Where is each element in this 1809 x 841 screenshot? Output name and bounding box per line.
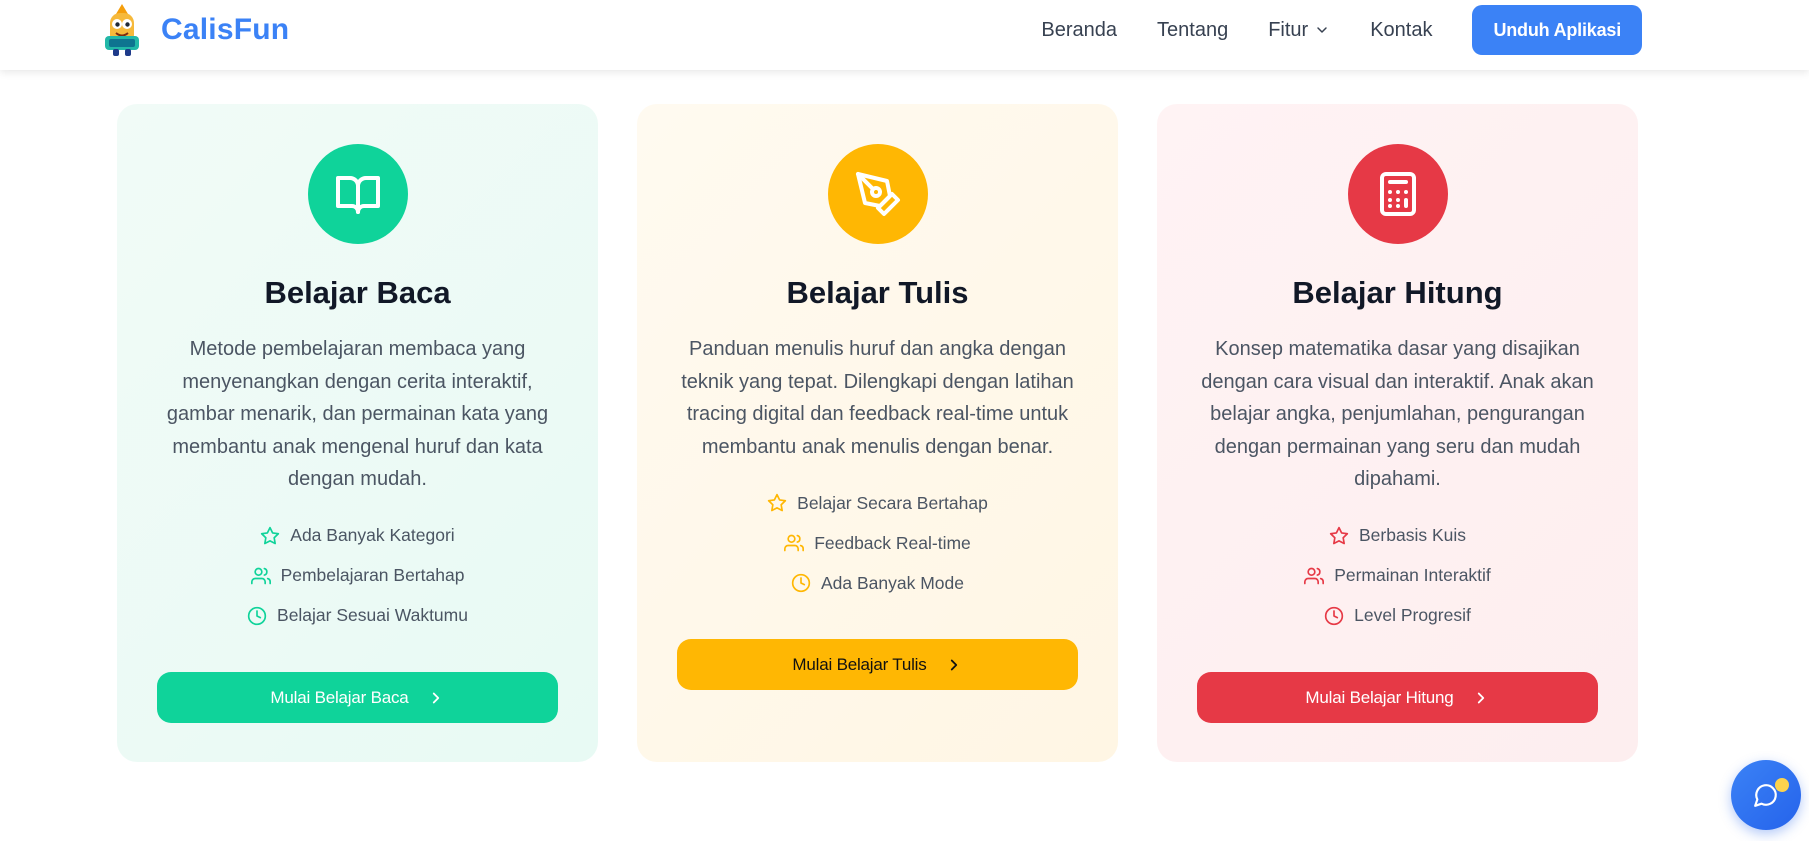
card-icon-circle [307,144,408,244]
nav-beranda[interactable]: Beranda [1041,19,1117,42]
feature-item: Berbasis Kuis [1157,516,1638,556]
start-reading-button[interactable]: Mulai Belajar Baca [157,672,558,723]
brand[interactable]: CalisFun [101,2,289,58]
card-title: Belajar Hitung [1292,275,1503,310]
card-belajar-tulis: Belajar Tulis Panduan menulis huruf dan … [637,104,1118,762]
card-title: Belajar Tulis [786,275,969,310]
feature-item: Ada Banyak Kategori [117,516,598,556]
users-icon [250,567,271,584]
feature-label: Feedback Real-time [814,532,971,553]
feature-list: Berbasis Kuis Permainan Interaktif Level… [1157,516,1638,636]
book-open-icon [335,176,380,214]
chevron-right-icon [950,659,957,670]
download-app-button[interactable]: Unduh Aplikasi [1472,5,1642,55]
main-nav: Beranda Tentang Fitur Kontak Unduh Aplik… [1041,5,1642,55]
card-description: Metode pembelajaran membaca yang menyena… [166,338,549,490]
chevron-right-icon [432,692,439,703]
button-label: Mulai Belajar Tulis [792,654,927,674]
feature-item: Pembelajaran Bertahap [117,556,598,596]
star-icon [767,493,787,512]
feature-item: Permainan Interaktif [1157,556,1638,596]
card-description: Panduan menulis huruf dan angka dengan t… [681,338,1074,458]
feature-label: Permainan Interaktif [1334,565,1491,585]
feature-label: Berbasis Kuis [1359,525,1466,545]
feature-item: Ada Banyak Mode [637,563,1118,603]
card-icon-circle [827,144,928,244]
start-counting-button[interactable]: Mulai Belajar Hitung [1197,672,1598,723]
nav-kontak[interactable]: Kontak [1370,19,1432,42]
button-label: Mulai Belajar Baca [270,687,409,707]
brand-name: CalisFun [161,13,290,46]
card-belajar-baca: Belajar Baca Metode pembelajaran membaca… [117,104,598,762]
feature-item: Level Progresif [1157,596,1638,636]
star-icon [261,526,280,544]
calculator-icon [1379,172,1416,216]
pen-tool-icon [855,172,900,216]
notification-dot [1775,778,1789,792]
card-icon-circle [1347,144,1448,244]
feature-item: Belajar Sesuai Waktumu [117,596,598,636]
clock-icon [1324,606,1344,625]
feature-label: Level Progresif [1354,605,1471,625]
feature-label: Ada Banyak Mode [820,572,964,593]
chevron-right-icon [1477,692,1484,703]
feature-label: Belajar Sesuai Waktumu [277,605,468,625]
feature-item: Feedback Real-time [637,523,1118,563]
users-icon [784,534,805,552]
nav-fitur-label: Fitur [1268,18,1309,41]
feature-item: Belajar Secara Bertahap [637,483,1118,523]
star-icon [1329,526,1349,544]
clock-icon [791,573,811,593]
nav-fitur[interactable]: Fitur [1268,19,1330,42]
card-description: Konsep matematika dasar yang disajikan d… [1201,338,1594,490]
start-writing-button[interactable]: Mulai Belajar Tulis [677,639,1078,690]
feature-list: Belajar Secara Bertahap Feedback Real-ti… [637,483,1118,603]
clock-icon [247,606,267,625]
card-belajar-hitung: Belajar Hitung Konsep matematika dasar y… [1157,104,1638,762]
feature-label: Belajar Secara Bertahap [797,492,988,513]
users-icon [1304,567,1325,584]
mascot-logo-icon [105,4,139,56]
nav-tentang[interactable]: Tentang [1157,19,1228,42]
card-title: Belajar Baca [264,275,451,310]
chevron-down-icon [1317,27,1327,33]
feature-label: Pembelajaran Bertahap [280,565,465,585]
feature-list: Ada Banyak Kategori Pembelajaran Bertaha… [117,516,598,636]
navbar: CalisFun Beranda Tentang Fitur Kontak Un… [0,0,1809,70]
chat-button[interactable] [1731,760,1801,830]
feature-label: Ada Banyak Kategori [290,525,455,545]
button-label: Mulai Belajar Hitung [1305,687,1454,707]
